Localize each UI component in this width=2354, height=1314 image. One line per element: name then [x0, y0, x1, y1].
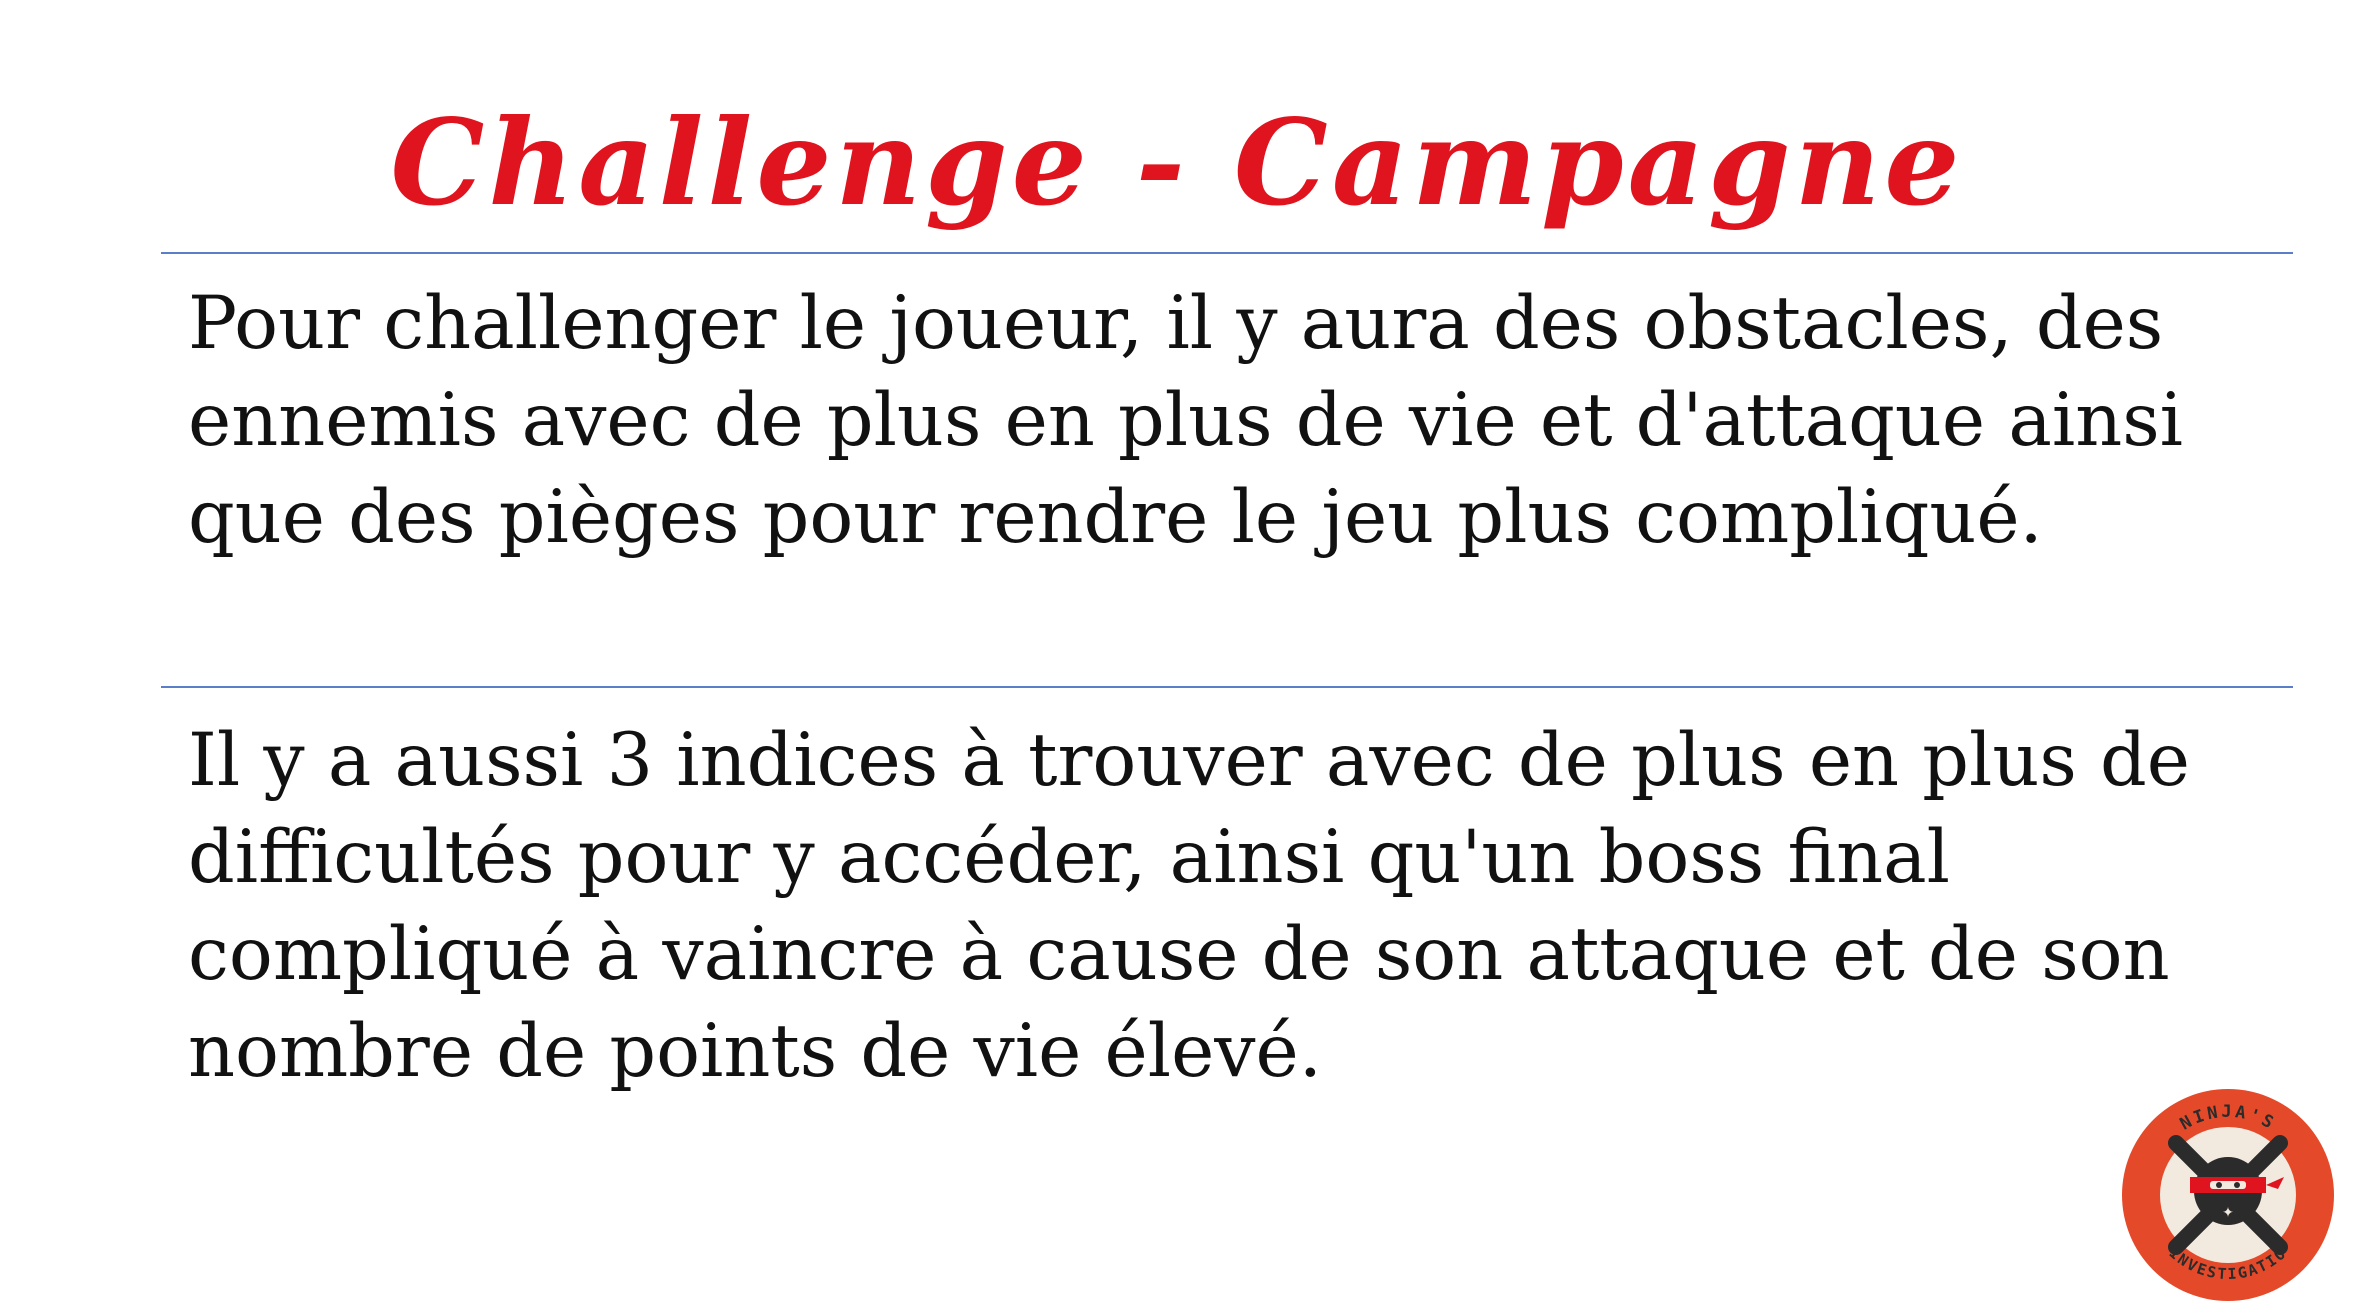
ninja-badge-icon: ✦ NINJA'S INVESTIGATIO — [2122, 1089, 2334, 1301]
paragraph-clues: Il y a aussi 3 indices à trouver avec de… — [188, 718, 2190, 1094]
slide-title: Challenge - Campagne — [390, 93, 1964, 232]
title-divider — [161, 252, 2293, 254]
section-divider — [161, 686, 2293, 688]
svg-text:✦: ✦ — [2222, 1205, 2234, 1221]
paragraph-challenges: Pour challenger le joueur, il y aura des… — [188, 281, 2184, 560]
